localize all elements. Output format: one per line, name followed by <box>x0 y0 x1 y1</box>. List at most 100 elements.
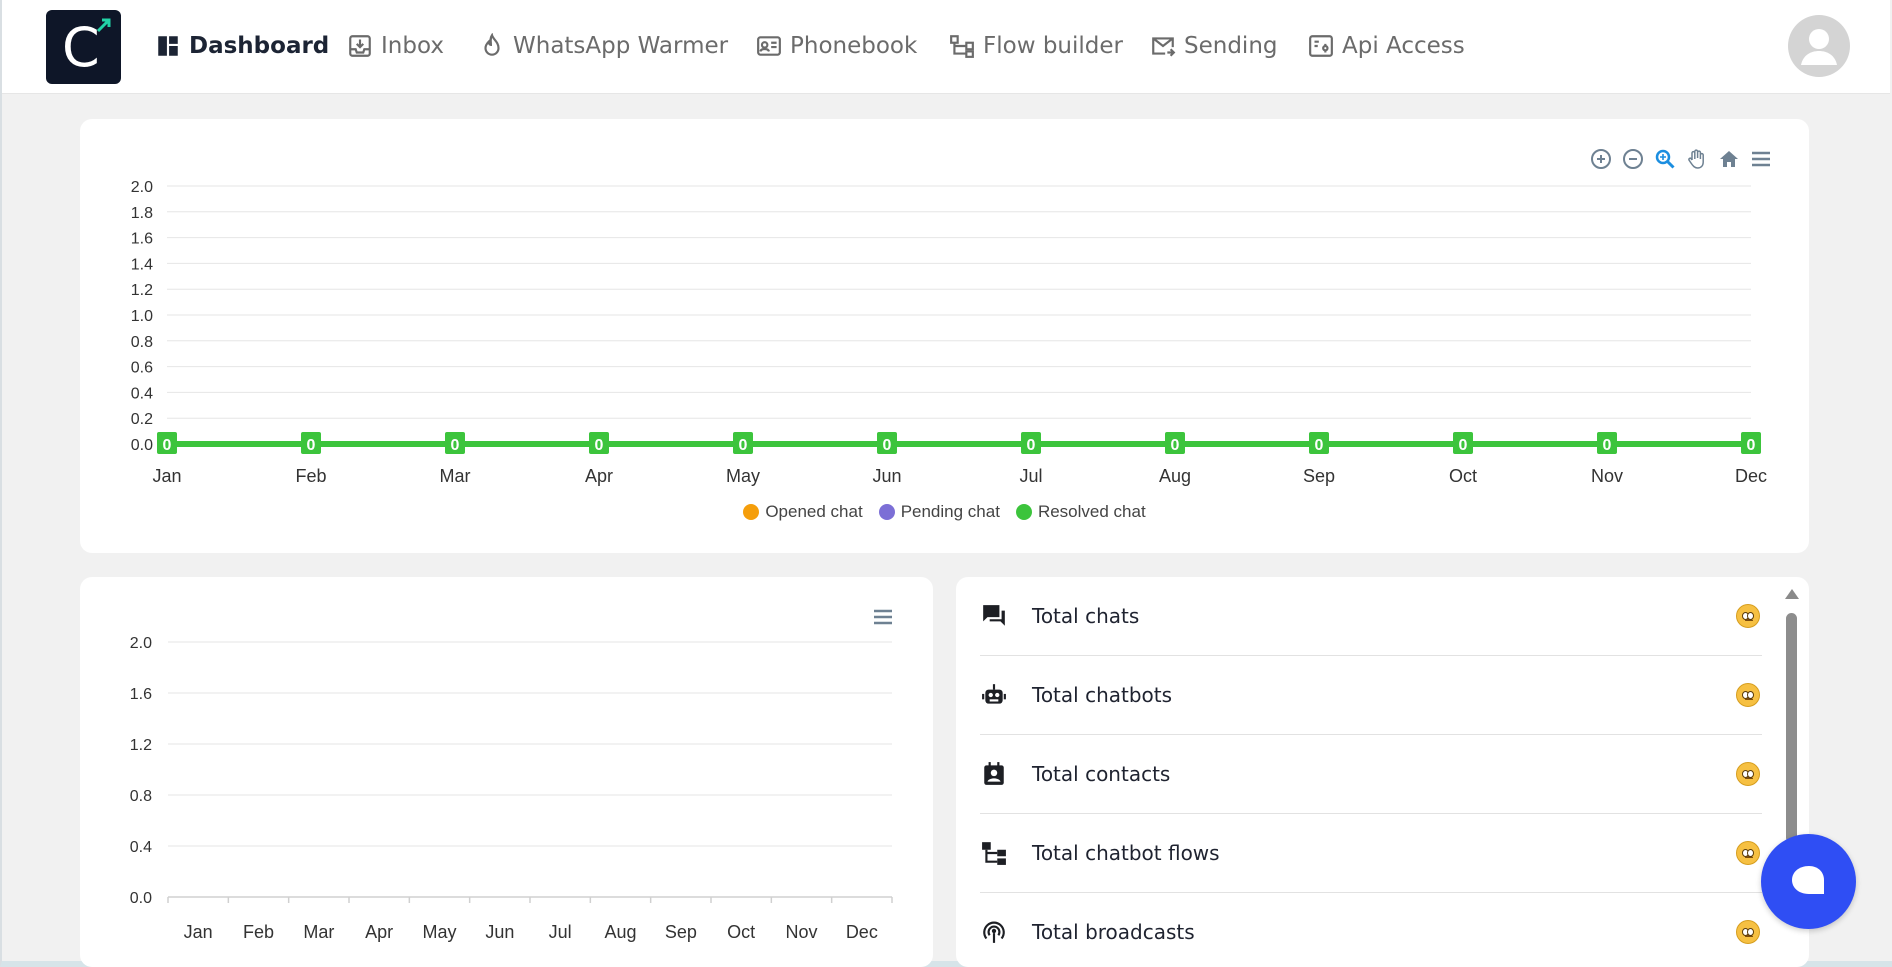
y-tick-label: 1.0 <box>131 308 153 325</box>
stat-label: Total broadcasts <box>1032 920 1195 944</box>
flow-icon <box>980 839 1008 867</box>
live-chat-button[interactable] <box>1761 834 1856 929</box>
data-label: 0 <box>883 437 892 454</box>
stat-label: Total contacts <box>1032 762 1171 786</box>
x-tick-label: Apr <box>365 922 393 942</box>
nav-whatsapp-warmer[interactable]: WhatsApp Warmer <box>479 28 728 64</box>
x-tick-label: Sep <box>1303 466 1335 486</box>
nav-label: Inbox <box>381 33 444 59</box>
x-tick-label: Jun <box>872 466 901 486</box>
scroll-thumb[interactable] <box>1786 613 1797 843</box>
legend-item-pending[interactable]: Pending chat <box>878 502 1000 522</box>
user-avatar[interactable] <box>1788 15 1850 77</box>
sad-face-icon <box>1736 762 1760 786</box>
stat-row-total-broadcasts[interactable]: Total broadcasts <box>980 893 1762 967</box>
user-silhouette-icon <box>1801 29 1837 65</box>
x-tick-label: Mar <box>303 922 334 942</box>
y-tick-label: 0.4 <box>131 385 153 402</box>
y-tick-label: 0.4 <box>130 839 152 856</box>
stat-row-total-chats[interactable]: Total chats <box>980 577 1762 656</box>
nav-label: Flow builder <box>983 33 1123 59</box>
sad-face-icon <box>1736 841 1760 865</box>
x-tick-label: Mar <box>440 466 471 486</box>
y-tick-label: 0.0 <box>130 890 152 907</box>
x-tick-label: Feb <box>295 466 326 486</box>
nav-label: Phonebook <box>790 33 918 59</box>
contact-book-icon <box>980 760 1008 788</box>
y-tick-label: 2.0 <box>130 635 152 652</box>
x-tick-label: Nov <box>1591 466 1623 486</box>
y-tick-label: 1.2 <box>131 282 153 299</box>
nav-phonebook[interactable]: Phonebook <box>756 28 917 64</box>
inbox-icon <box>349 35 371 57</box>
scroll-up-arrow-icon[interactable] <box>1785 589 1799 599</box>
nav-label: Sending <box>1184 33 1278 59</box>
contact-card-icon <box>757 36 781 56</box>
x-tick-label: Jul <box>549 922 572 942</box>
legend-item-opened[interactable]: Opened chat <box>743 502 863 522</box>
stat-row-total-chatbot-flows[interactable]: Total chatbot flows <box>980 814 1762 893</box>
y-tick-label: 2.0 <box>131 179 153 196</box>
nav-label: Api Access <box>1342 33 1465 59</box>
robot-icon <box>980 681 1008 709</box>
x-tick-label: Apr <box>585 466 613 486</box>
data-label: 0 <box>1603 437 1612 454</box>
nav-flow-builder[interactable]: Flow builder <box>949 28 1123 64</box>
legend-label-resolved: Resolved chat <box>1037 502 1146 521</box>
y-tick-label: 1.8 <box>131 205 153 222</box>
chat-bubbles-icon <box>980 602 1008 630</box>
nav-api-access[interactable]: Api Access <box>1308 28 1465 64</box>
x-tick-label: Dec <box>1735 466 1767 486</box>
data-label: 0 <box>739 437 748 454</box>
stat-label: Total chatbot flows <box>1032 841 1220 865</box>
stats-summary-card: Total chats Total chatbots Total contact… <box>956 577 1809 967</box>
legend-label-pending: Pending chat <box>900 502 1000 521</box>
line-chart-plot: 0.0 0.2 0.4 0.6 0.8 1.0 1.2 1.4 1.6 1.8 2.0 Jan Feb M… <box>131 179 1767 486</box>
y-tick-label: 0.8 <box>131 334 153 351</box>
data-label: 0 <box>1027 437 1036 454</box>
legend-label-opened: Opened chat <box>765 502 863 521</box>
stats-list: Total chats Total chatbots Total contact… <box>980 577 1762 967</box>
y-tick-label: 0.2 <box>131 411 153 428</box>
y-tick-label: 1.6 <box>131 231 153 248</box>
x-tick-label: Jun <box>485 922 514 942</box>
dashboard-icon <box>158 36 178 56</box>
sad-face-icon <box>1736 683 1760 707</box>
x-tick-label: Sep <box>665 922 697 942</box>
x-tick-label: Aug <box>1159 466 1191 486</box>
x-tick-label: Aug <box>604 922 636 942</box>
nav-inbox[interactable]: Inbox <box>347 28 444 64</box>
flame-icon <box>484 33 500 56</box>
data-label: 0 <box>451 437 460 454</box>
x-tick-label: Nov <box>785 922 817 942</box>
x-tick-label: Jan <box>184 922 213 942</box>
chat-bubble-icon <box>1791 865 1824 894</box>
nav-dashboard[interactable]: Dashboard <box>155 28 329 64</box>
sad-face-icon <box>1736 604 1760 628</box>
monthly-chats-line-chart-card: 0.0 0.2 0.4 0.6 0.8 1.0 1.2 1.4 1.6 1.8 2.0 Jan Feb M… <box>80 119 1809 553</box>
y-tick-label: 1.2 <box>130 737 152 754</box>
x-tick-label: Feb <box>243 922 274 942</box>
legend-marker-resolved <box>1015 504 1032 520</box>
y-tick-label: 1.4 <box>131 256 153 273</box>
data-label: 0 <box>1171 437 1180 454</box>
bar-chart-plot: 0.0 0.4 0.8 1.2 1.6 2.0 Jan Feb Mar Apr May Jun Jul A… <box>130 635 893 942</box>
nav-label: Dashboard <box>189 33 330 59</box>
monthly-bar-chart-card: 0.0 0.4 0.8 1.2 1.6 2.0 Jan Feb Mar Apr May Jun Jul A… <box>80 577 933 967</box>
data-label: 0 <box>1747 437 1756 454</box>
stat-label: Total chatbots <box>1032 683 1173 707</box>
flow-icon <box>950 35 974 58</box>
data-label: 0 <box>307 437 316 454</box>
top-navbar: C Dashboard Inbox WhatsApp Warmer Phoneb… <box>2 0 1890 94</box>
legend-marker-pending <box>878 504 895 520</box>
x-tick-label: Jan <box>152 466 181 486</box>
x-tick-label: May <box>726 466 760 486</box>
stat-row-total-chatbots[interactable]: Total chatbots <box>980 656 1762 735</box>
y-tick-label: 0.6 <box>131 360 153 377</box>
stat-row-total-contacts[interactable]: Total contacts <box>980 735 1762 814</box>
y-tick-label: 0.8 <box>130 788 152 805</box>
legend-item-resolved[interactable]: Resolved chat <box>1015 502 1146 522</box>
nav-sending[interactable]: Sending <box>1150 28 1278 64</box>
x-tick-label: May <box>422 922 456 942</box>
app-logo[interactable]: C <box>46 10 121 84</box>
